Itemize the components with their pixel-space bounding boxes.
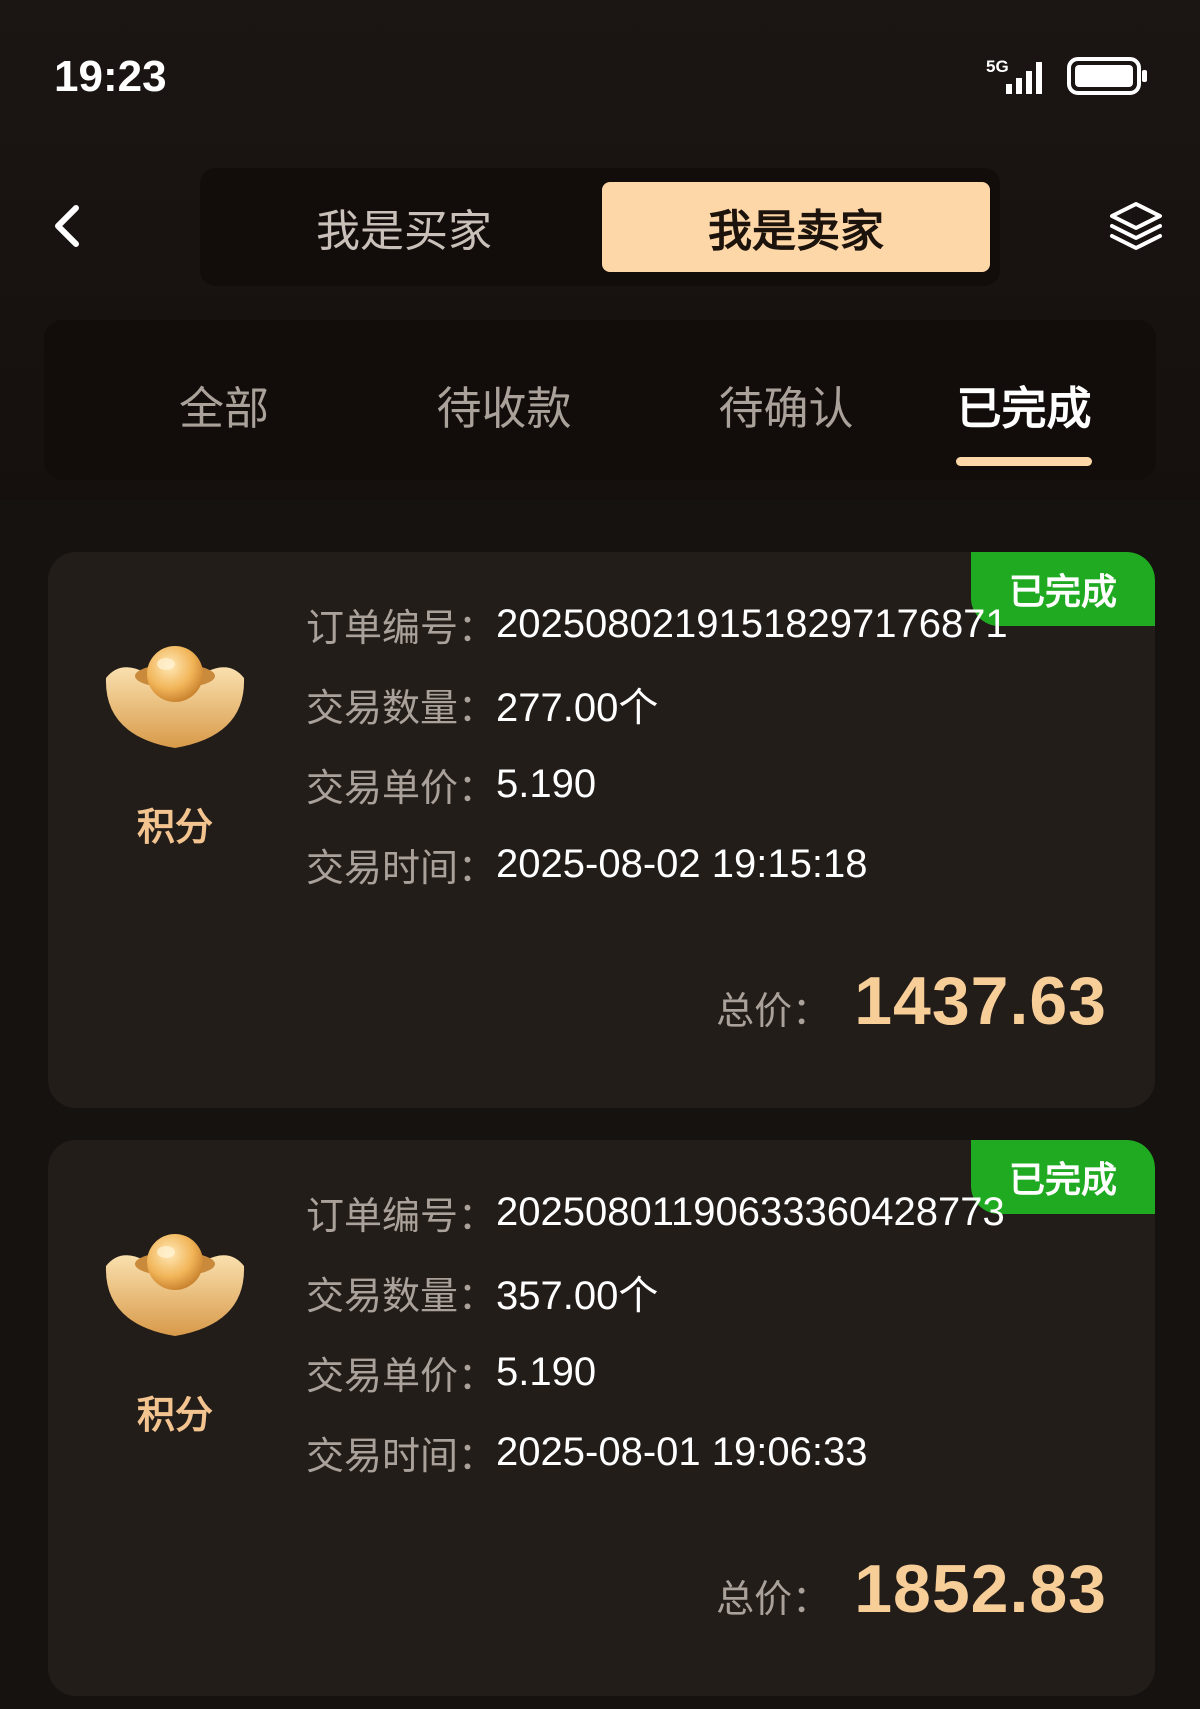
quantity-value: 277.00个 — [496, 686, 659, 730]
signal-5g-icon: 5G — [986, 57, 1042, 94]
battery-icon — [1067, 57, 1147, 95]
order-number-label: 订单编号： — [306, 1193, 497, 1238]
total-label: 总价： — [716, 1577, 831, 1621]
gold-ingot-icon — [105, 1234, 245, 1336]
quantity-value: 357.00个 — [496, 1274, 659, 1318]
back-button[interactable] — [44, 196, 94, 256]
layers-icon — [1110, 202, 1162, 250]
gold-ingot-icon — [105, 646, 245, 748]
total-label: 总价： — [716, 989, 831, 1033]
unit-price-value: 5.190 — [496, 1349, 597, 1394]
unit-price-label: 交易单价： — [306, 765, 497, 810]
unit-price-row: 交易单价： 5.190 — [306, 758, 596, 810]
order-card[interactable]: 已完成 积分 订单编号： 20250801190633360428773 交易数… — [48, 1140, 1155, 1696]
trade-time-row: 交易时间： 2025-08-01 19:06:33 — [306, 1426, 867, 1478]
quantity-label: 交易数量： — [306, 1273, 497, 1318]
order-number-row: 订单编号： 20250802191518297176871 — [306, 598, 1008, 650]
order-number-value: 20250801190633360428773 — [496, 1189, 1005, 1234]
unit-price-row: 交易单价： 5.190 — [306, 1346, 596, 1398]
trade-time-label: 交易时间： — [306, 1433, 497, 1478]
trade-time-value: 2025-08-02 19:15:18 — [496, 841, 868, 886]
layers-button[interactable] — [1104, 196, 1168, 256]
status-time: 19:23 — [54, 52, 167, 101]
trade-time-value: 2025-08-01 19:06:33 — [496, 1429, 868, 1474]
total-row: 总价： 1852.83 — [716, 1550, 1107, 1630]
total-value: 1852.83 — [854, 1551, 1107, 1627]
order-number-label: 订单编号： — [306, 605, 497, 650]
unit-price-label: 交易单价： — [306, 1353, 497, 1398]
trade-time-label: 交易时间： — [306, 845, 497, 890]
tab-pending-payment[interactable]: 待收款 — [384, 372, 624, 435]
chevron-left-icon — [55, 205, 79, 247]
network-label: 5G — [986, 57, 1009, 76]
seller-tab[interactable]: 我是卖家 — [602, 182, 990, 272]
order-number-value: 20250802191518297176871 — [496, 601, 1008, 646]
order-number-row: 订单编号： 20250801190633360428773 — [306, 1186, 1005, 1238]
tab-completed[interactable]: 已完成 — [904, 372, 1144, 435]
asset-label: 积分 — [136, 1393, 213, 1437]
quantity-label: 交易数量： — [306, 685, 497, 730]
quantity-row: 交易数量： 357.00个 — [306, 1266, 659, 1319]
status-bar: 19:23 5G — [0, 0, 1200, 150]
order-card[interactable]: 已完成 积分 订单编号： 20250802191518297176871 交易数… — [48, 552, 1155, 1108]
unit-price-value: 5.190 — [496, 761, 597, 806]
tab-pending-confirm[interactable]: 待确认 — [666, 372, 906, 435]
buyer-tab[interactable]: 我是买家 — [210, 182, 598, 272]
order-status-tabs: 全部 待收款 待确认 已完成 — [44, 320, 1156, 480]
tab-all[interactable]: 全部 — [104, 372, 344, 435]
trade-time-row: 交易时间： 2025-08-02 19:15:18 — [306, 838, 867, 890]
asset-label: 积分 — [136, 805, 213, 849]
quantity-row: 交易数量： 277.00个 — [306, 678, 659, 731]
active-tab-indicator — [956, 457, 1092, 466]
total-row: 总价： 1437.63 — [716, 962, 1107, 1042]
role-switch: 我是买家 我是卖家 — [200, 168, 1000, 286]
total-value: 1437.63 — [854, 963, 1107, 1039]
